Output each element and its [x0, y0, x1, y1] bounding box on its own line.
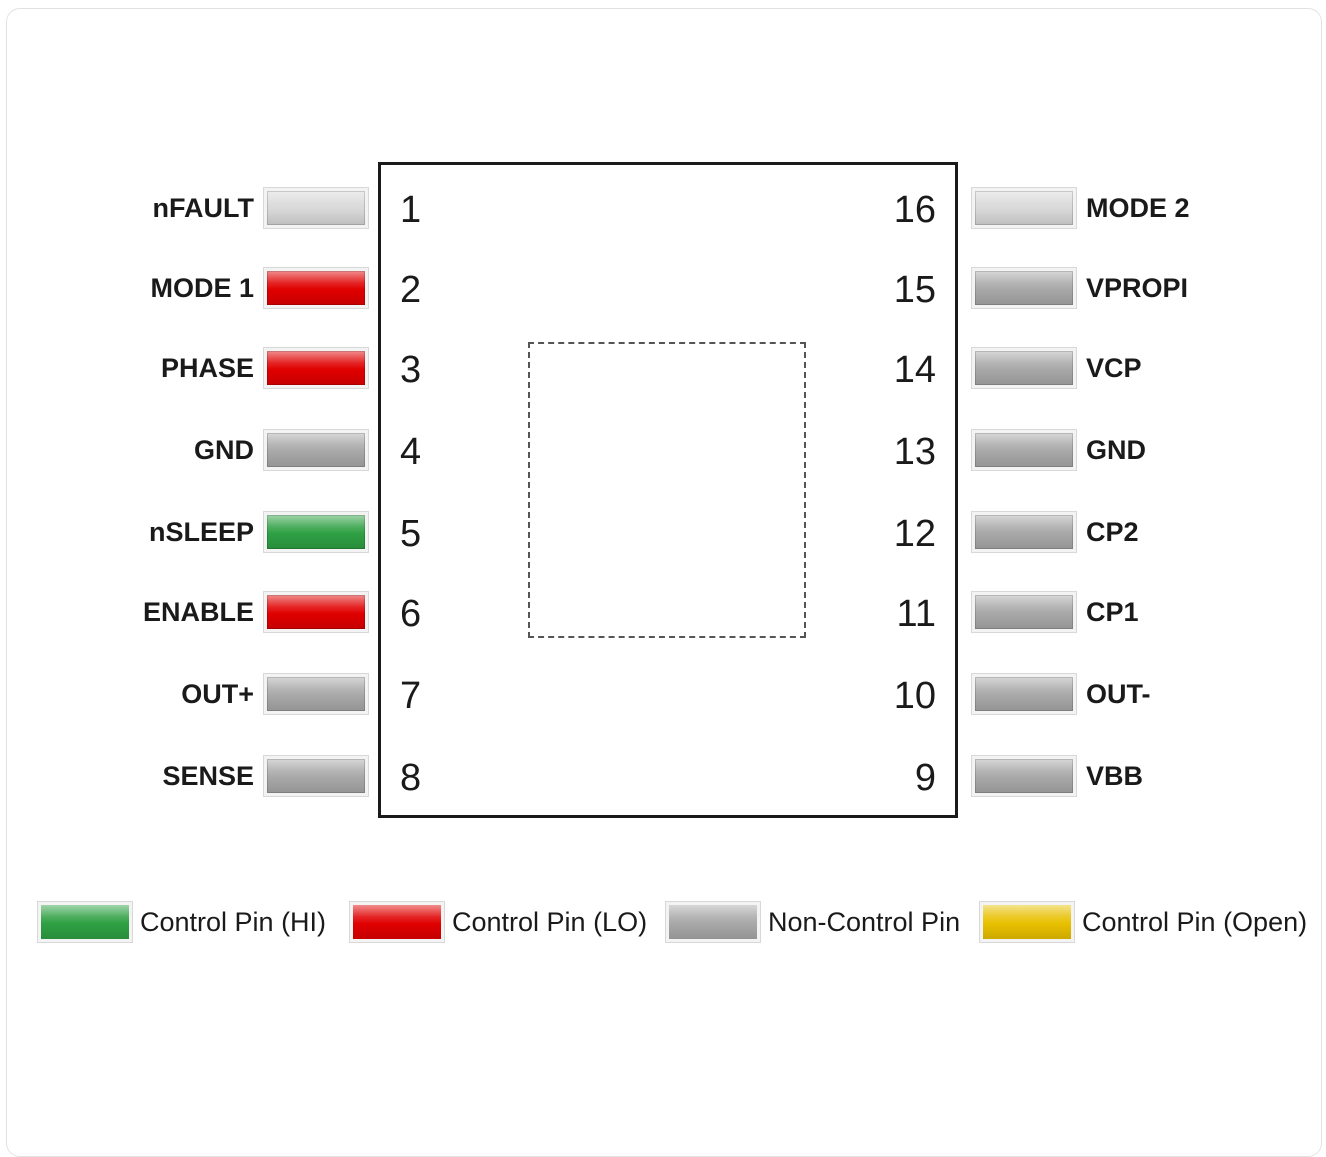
- pin-number: 6: [400, 593, 422, 635]
- pin-state-indicator: [264, 430, 368, 470]
- pin-number: 16: [893, 189, 936, 231]
- pin-label: MODE 2: [1086, 193, 1190, 223]
- pin-state-indicator: [972, 592, 1076, 632]
- pin-label: GND: [1086, 435, 1146, 465]
- pin-label: GND: [194, 435, 254, 465]
- exposed-thermal-pad: [528, 342, 806, 638]
- pin-label: ENABLE: [142, 597, 254, 627]
- pin-number: 9: [914, 757, 936, 799]
- pin-label: VCP: [1086, 353, 1142, 383]
- pin-state-indicator: [264, 592, 368, 632]
- pin-label: OUT+: [181, 679, 254, 709]
- pin-label: nFAULT: [152, 193, 254, 223]
- legend-item: Non-Control Pin: [666, 900, 1006, 944]
- legend-label: Non-Control Pin: [768, 907, 961, 937]
- legend-swatch: [38, 902, 132, 942]
- pin-number: 4: [400, 431, 422, 473]
- legend-swatch: [980, 902, 1074, 942]
- pin-number: 14: [893, 349, 936, 391]
- pin-number: 11: [896, 593, 936, 635]
- pin-state-indicator: [264, 674, 368, 714]
- pin-label: nSLEEP: [148, 517, 254, 547]
- pin-number: 10: [893, 675, 936, 717]
- pin-number: 5: [400, 513, 422, 555]
- pin-number: 3: [400, 349, 422, 391]
- legend-item: Control Pin (LO): [350, 900, 690, 944]
- pin-state-indicator: [972, 268, 1076, 308]
- pin-state-indicator: [972, 188, 1076, 228]
- legend-label: Control Pin (Open): [1082, 907, 1308, 937]
- pin-state-indicator: [264, 756, 368, 796]
- legend-item: Control Pin (Open): [980, 900, 1320, 944]
- pin-label: CP2: [1086, 517, 1139, 547]
- pin-number: 7: [400, 675, 422, 717]
- pin-state-indicator: [972, 430, 1076, 470]
- pin-label: VBB: [1086, 761, 1144, 791]
- pin-number: 8: [400, 757, 422, 799]
- pin-label: SENSE: [162, 761, 254, 791]
- legend-swatch: [350, 902, 444, 942]
- pin-number: 12: [893, 513, 936, 555]
- pin-state-indicator: [264, 348, 368, 388]
- legend-item: Control Pin (HI): [38, 900, 378, 944]
- pin-number: 13: [893, 431, 936, 473]
- pin-label: MODE 1: [150, 273, 254, 303]
- pin-state-indicator: [264, 512, 368, 552]
- legend-swatch: [666, 902, 760, 942]
- legend-label: Control Pin (HI): [140, 907, 327, 937]
- pin-state-indicator: [972, 512, 1076, 552]
- pin-number: 2: [400, 269, 422, 311]
- pin-state-indicator: [972, 348, 1076, 388]
- pin-label: VPROPI: [1086, 273, 1189, 303]
- pin-state-indicator: [972, 756, 1076, 796]
- pin-state-indicator: [264, 268, 368, 308]
- pin-number: 15: [893, 269, 936, 311]
- pin-number: 1: [400, 189, 422, 231]
- pin-state-indicator: [972, 674, 1076, 714]
- pin-label: PHASE: [160, 353, 254, 383]
- pin-label: CP1: [1086, 597, 1139, 627]
- pin-label: OUT-: [1086, 679, 1151, 709]
- legend-label: Control Pin (LO): [452, 907, 648, 937]
- pin-state-indicator: [264, 188, 368, 228]
